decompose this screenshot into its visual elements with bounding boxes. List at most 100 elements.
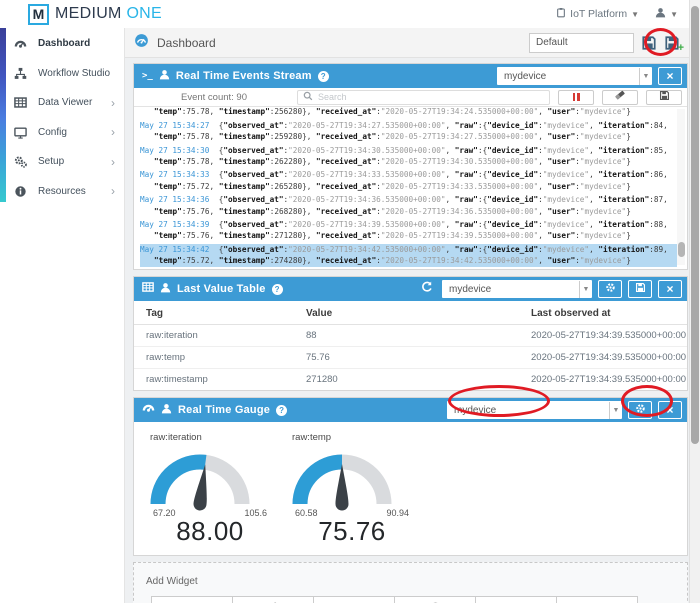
add-widget-option-line-chart[interactable] bbox=[475, 596, 557, 603]
table-close-button[interactable]: × bbox=[658, 280, 682, 298]
widget-title: Real Time Gauge bbox=[178, 404, 271, 416]
user-icon bbox=[159, 67, 170, 85]
clear-stream-button[interactable] bbox=[602, 88, 638, 106]
help-icon[interactable]: ? bbox=[276, 404, 288, 416]
log-entry[interactable]: May 27 15:34:42 {"observed_at":"2020-05-… bbox=[140, 243, 677, 267]
plus-icon: + bbox=[677, 41, 684, 54]
log-entry[interactable]: May 27 15:34:39 {"observed_at":"2020-05-… bbox=[140, 219, 677, 242]
table-widget-header: Last Value Table ? mydevice ▼ × bbox=[134, 277, 687, 301]
add-widget-option-pie-chart[interactable] bbox=[232, 596, 314, 603]
logo-one: ONE bbox=[126, 5, 163, 22]
table-row: raw:iteration 88 2020-05-27T19:34:39.53500… bbox=[134, 325, 687, 347]
events-search-input[interactable] bbox=[318, 92, 544, 102]
logo-m-icon: M bbox=[28, 3, 49, 25]
log-timestamp: May 27 15:34:27 bbox=[140, 120, 210, 130]
events-search-box bbox=[297, 89, 550, 105]
chevron-down-icon: ▼ bbox=[579, 280, 592, 298]
pause-icon bbox=[577, 93, 580, 101]
sidebar-item-setup[interactable]: Setup › bbox=[0, 147, 124, 177]
gauge-arc bbox=[150, 454, 250, 511]
chevron-down-icon: ▼ bbox=[631, 9, 640, 19]
chevron-down-icon: ▼ bbox=[670, 9, 678, 19]
gauge-close-button[interactable]: × bbox=[658, 401, 682, 419]
user-icon bbox=[655, 7, 666, 21]
gauge-raw-temp: raw:temp 60.58 90.94 75.76 bbox=[290, 432, 414, 555]
help-icon[interactable]: ? bbox=[271, 283, 283, 295]
log-timestamp: May 27 15:34:30 bbox=[140, 145, 210, 155]
cell-last-observed: 2020-05-27T19:34:39.535000+00:00 bbox=[531, 330, 687, 341]
main-header: Dashboard + bbox=[125, 28, 700, 58]
gauge-raw-iteration: raw:iteration 67.20 105.6 88.00 bbox=[148, 432, 272, 555]
help-icon[interactable]: ? bbox=[317, 70, 329, 82]
monitor-icon bbox=[13, 125, 27, 139]
sidebar-item-label: Resources bbox=[38, 185, 86, 197]
table-column-headers: Tag Value Last observed at bbox=[134, 301, 687, 325]
sitemap-icon bbox=[13, 66, 27, 80]
save-dashboard-button[interactable] bbox=[641, 35, 657, 51]
column-header-value: Value bbox=[306, 308, 333, 319]
gauge-label: raw:temp bbox=[292, 432, 332, 443]
sidebar-item-workflow-studio[interactable]: Workflow Studio bbox=[0, 59, 124, 89]
events-close-button[interactable]: × bbox=[658, 67, 682, 85]
dashboard-name-input[interactable] bbox=[529, 32, 634, 53]
gear-icon bbox=[635, 401, 646, 419]
log-entry[interactable]: May 27 15:34:30 {"observed_at":"2020-05-… bbox=[140, 145, 677, 168]
save-icon bbox=[635, 280, 646, 298]
add-dashboard-button[interactable]: + bbox=[664, 35, 684, 54]
log-entry[interactable]: May 27 15:34:36 {"observed_at":"2020-05-… bbox=[140, 194, 677, 217]
page-title: Dashboard bbox=[157, 35, 216, 50]
chevron-down-icon: ▼ bbox=[639, 67, 652, 85]
pause-stream-button[interactable] bbox=[558, 89, 594, 105]
gauge-value: 88.00 bbox=[176, 516, 244, 546]
cell-value: 75.76 bbox=[306, 352, 330, 363]
platform-menu[interactable]: IoT Platform ▼ bbox=[556, 7, 639, 21]
log-entry[interactable]: May 27 15:34:33 {"observed_at":"2020-05-… bbox=[140, 169, 677, 192]
page-scrollbar-thumb[interactable] bbox=[691, 6, 699, 444]
gauge-arc bbox=[292, 454, 392, 511]
gauge-device-select[interactable]: mydevice ▼ bbox=[447, 401, 622, 419]
table-settings-button[interactable] bbox=[598, 280, 622, 298]
sidebar-item-label: Setup bbox=[38, 156, 65, 168]
chevron-right-icon: › bbox=[111, 154, 115, 169]
table-row: raw:timestamp 271280 2020-05-27T19:34:39.5… bbox=[134, 369, 687, 390]
table-save-button[interactable] bbox=[628, 280, 652, 298]
log-entry[interactable]: May 27 15:34:27 {"observed_at":"2020-05-… bbox=[140, 120, 677, 143]
user-icon bbox=[160, 280, 171, 298]
log-timestamp: May 27 15:34:33 bbox=[140, 170, 210, 180]
add-widget-option-globe[interactable] bbox=[394, 596, 476, 603]
add-widget-label: Add Widget bbox=[146, 576, 198, 587]
events-log: May 27 15:34:24 {"observed_at":"2020-05-… bbox=[134, 107, 687, 269]
add-widget-option-bar-chart[interactable] bbox=[313, 596, 395, 603]
grid-icon bbox=[13, 96, 27, 110]
sidebar-nav: Dashboard Workflow Studio Data Viewer › Conf… bbox=[0, 29, 124, 206]
sidebar-item-config[interactable]: Config › bbox=[0, 118, 124, 148]
page-scrollbar-track[interactable] bbox=[689, 0, 700, 603]
log-entry[interactable]: May 27 15:34:24 {"observed_at":"2020-05-… bbox=[140, 107, 677, 118]
terminal-icon: >_ bbox=[142, 71, 153, 81]
eraser-icon bbox=[614, 88, 626, 106]
gauge-label: raw:iteration bbox=[150, 432, 202, 443]
user-menu[interactable]: ▼ bbox=[655, 7, 678, 21]
add-widget-option-line-chart[interactable] bbox=[151, 596, 233, 603]
column-header-tag: Tag bbox=[146, 308, 164, 319]
sidebar-item-label: Config bbox=[38, 126, 67, 138]
cell-value: 88 bbox=[306, 330, 317, 341]
log-scrollbar-thumb[interactable] bbox=[677, 242, 685, 257]
sidebar-item-dashboard[interactable]: Dashboard bbox=[0, 29, 124, 59]
sidebar-item-resources[interactable]: Resources › bbox=[0, 177, 124, 207]
gauge-min-label: 60.58 bbox=[295, 508, 318, 518]
events-device-select[interactable]: mydevice ▼ bbox=[497, 67, 652, 85]
logo-medium: MEDIUM bbox=[55, 5, 122, 22]
add-widget-option-table-rows[interactable] bbox=[556, 596, 638, 603]
cell-value: 271280 bbox=[306, 374, 338, 385]
info-icon bbox=[13, 184, 27, 198]
add-widget-options bbox=[151, 596, 687, 603]
sidebar-gradient-strip bbox=[0, 28, 6, 202]
events-toolbar: Event count: 90 bbox=[134, 88, 687, 107]
export-stream-button[interactable] bbox=[646, 89, 682, 105]
table-device-select[interactable]: mydevice ▼ bbox=[442, 280, 592, 298]
refresh-icon[interactable] bbox=[421, 280, 433, 298]
sidebar-item-data-viewer[interactable]: Data Viewer › bbox=[0, 88, 124, 118]
table-row: raw:temp 75.76 2020-05-27T19:34:39.535000+… bbox=[134, 347, 687, 369]
gauge-settings-button[interactable] bbox=[628, 401, 652, 419]
